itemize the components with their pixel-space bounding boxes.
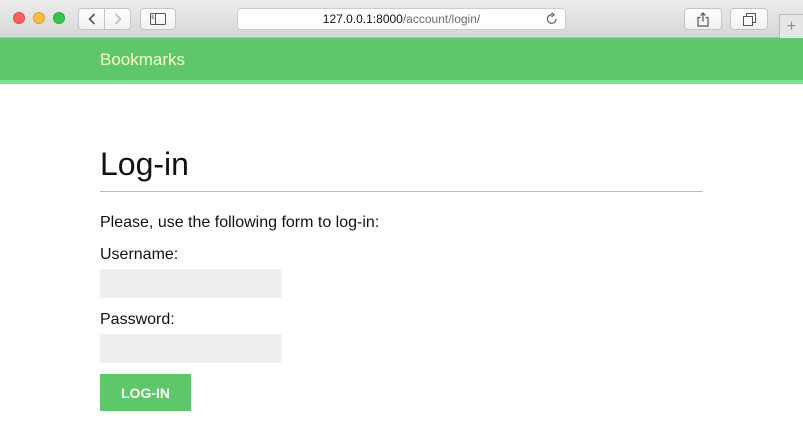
url-path: /account/login/ xyxy=(402,12,481,26)
share-icon xyxy=(697,11,709,27)
site-logo[interactable]: Bookmarks xyxy=(100,50,185,70)
window-minimize-button[interactable] xyxy=(33,12,45,24)
share-button[interactable] xyxy=(684,8,722,30)
back-button[interactable] xyxy=(78,8,105,30)
browser-toolbar: 127.0.0.1:8000/account/login/ + xyxy=(0,0,803,38)
show-tabs-button[interactable] xyxy=(730,8,768,30)
username-input[interactable] xyxy=(100,269,282,298)
url-host: 127.0.0.1:8000 xyxy=(322,12,403,26)
reload-icon[interactable] xyxy=(546,12,558,28)
tabs-icon xyxy=(742,12,756,26)
address-bar[interactable]: 127.0.0.1:8000/account/login/ xyxy=(237,8,566,30)
window-zoom-button[interactable] xyxy=(53,12,65,24)
forward-button[interactable] xyxy=(104,8,131,30)
page-title: Log-in xyxy=(100,140,703,192)
sidebar-icon xyxy=(150,13,166,25)
chevron-left-icon xyxy=(87,13,95,25)
intro-text: Please, use the following form to log-in… xyxy=(100,214,380,231)
chevron-right-icon xyxy=(114,13,122,25)
window-close-button[interactable] xyxy=(13,12,25,24)
login-button[interactable]: LOG-IN xyxy=(100,374,191,411)
username-label: Username: xyxy=(100,246,179,263)
site-header: Bookmarks xyxy=(0,38,803,84)
password-label: Password: xyxy=(100,311,175,328)
plus-icon[interactable]: + xyxy=(779,14,803,38)
sidebar-toggle-button[interactable] xyxy=(140,8,176,30)
password-input[interactable] xyxy=(100,334,282,363)
main-content: Log-in Please, use the following form to… xyxy=(100,140,703,411)
navigation-buttons xyxy=(78,8,132,30)
